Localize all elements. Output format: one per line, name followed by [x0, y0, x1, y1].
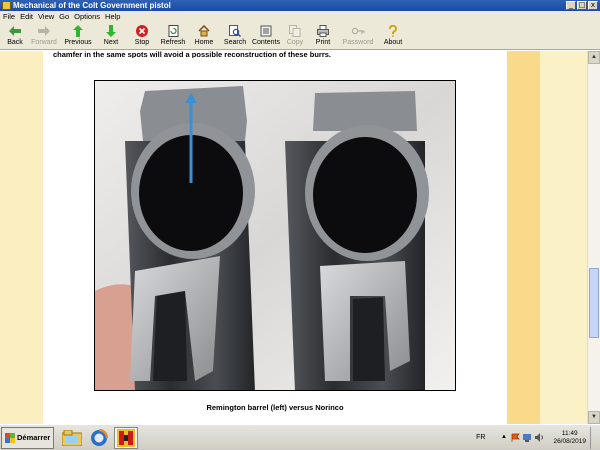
- forward-arrow-icon: [38, 24, 51, 37]
- home-icon: [198, 24, 211, 37]
- refresh-label: Refresh: [160, 39, 186, 46]
- title-bar: Mechanical of the Colt Government pistol…: [0, 0, 600, 11]
- refresh-icon: [167, 24, 180, 37]
- stop-button[interactable]: Stop: [126, 22, 158, 50]
- password-label: Password: [342, 39, 374, 46]
- clock[interactable]: 11:49 26/08/2019: [553, 430, 586, 446]
- print-label: Print: [315, 39, 331, 46]
- help-icon: [387, 24, 400, 37]
- home-label: Home: [194, 39, 214, 46]
- volume-icon[interactable]: [535, 433, 544, 442]
- window-title: Mechanical of the Colt Government pistol: [13, 1, 171, 10]
- copy-label: Copy: [286, 39, 304, 46]
- back-label: Back: [7, 39, 23, 46]
- back-button[interactable]: Back: [2, 22, 28, 50]
- password-button[interactable]: Password: [338, 22, 378, 50]
- page-left-band: [0, 51, 43, 424]
- menu-go[interactable]: Go: [59, 11, 74, 22]
- start-button[interactable]: Démarrer: [1, 426, 54, 449]
- action-center-flag-icon[interactable]: [511, 433, 521, 442]
- minimize-button[interactable]: _: [566, 1, 576, 10]
- print-icon: [317, 24, 330, 37]
- menu-bar: File Edit View Go Options Help: [0, 11, 600, 22]
- down-arrow-icon: [105, 24, 118, 37]
- page-right-margin: [540, 51, 587, 424]
- scroll-up-icon[interactable]: ▲: [588, 51, 600, 64]
- menu-help[interactable]: Help: [105, 11, 125, 22]
- back-arrow-icon: [9, 24, 22, 37]
- about-label: About: [383, 39, 403, 46]
- up-arrow-icon: [72, 24, 85, 37]
- language-indicator[interactable]: FR: [476, 434, 485, 441]
- scroll-down-icon[interactable]: ▼: [588, 411, 600, 424]
- search-icon: [229, 24, 242, 37]
- key-icon: [351, 24, 365, 37]
- next-button[interactable]: Next: [96, 22, 126, 50]
- page-right-band: [507, 51, 540, 424]
- window-controls: _ □ x: [566, 1, 600, 10]
- contents-label: Contents: [251, 39, 281, 46]
- help-viewer-taskbar-icon[interactable]: [114, 426, 138, 449]
- system-tray: FR ▲ 11:49 26/08/2019: [476, 426, 600, 449]
- menu-view[interactable]: View: [38, 11, 59, 22]
- maximize-button[interactable]: □: [577, 1, 587, 10]
- tray-expand-icon[interactable]: ▲: [499, 433, 508, 442]
- explorer-taskbar-icon[interactable]: [60, 427, 84, 449]
- start-label: Démarrer: [17, 433, 51, 442]
- barrel-photo: [94, 80, 456, 391]
- copy-icon: [289, 24, 302, 37]
- stop-label: Stop: [134, 39, 150, 46]
- menu-file[interactable]: File: [3, 11, 20, 22]
- browser-taskbar-icon[interactable]: [87, 427, 111, 449]
- print-button[interactable]: Print: [308, 22, 338, 50]
- copy-button[interactable]: Copy: [282, 22, 308, 50]
- refresh-button[interactable]: Refresh: [158, 22, 188, 50]
- menu-options[interactable]: Options: [74, 11, 105, 22]
- toolbar: Back Forward Previous Next Stop Refresh: [0, 22, 600, 50]
- previous-label: Previous: [64, 39, 92, 46]
- contents-icon: [260, 24, 273, 37]
- previous-button[interactable]: Previous: [60, 22, 96, 50]
- contents-button[interactable]: Contents: [250, 22, 282, 50]
- app-icon: [2, 1, 11, 10]
- search-button[interactable]: Search: [220, 22, 250, 50]
- clock-date: 26/08/2019: [553, 437, 586, 445]
- next-label: Next: [103, 39, 119, 46]
- forward-button[interactable]: Forward: [28, 22, 60, 50]
- close-button[interactable]: x: [588, 1, 598, 10]
- forward-label: Forward: [31, 39, 57, 46]
- stop-icon: [136, 24, 149, 37]
- windows-logo-icon: [5, 432, 15, 443]
- search-label: Search: [223, 39, 247, 46]
- scroll-thumb[interactable]: [589, 268, 599, 338]
- about-button[interactable]: About: [378, 22, 408, 50]
- photo-caption: Remington barrel (left) versus Norinco: [206, 403, 344, 412]
- vertical-scrollbar[interactable]: ▲ ▼: [587, 51, 600, 424]
- menu-edit[interactable]: Edit: [20, 11, 38, 22]
- document-view: chamfer in the same spots will avoid a p…: [0, 51, 587, 424]
- body-text: chamfer in the same spots will avoid a p…: [53, 51, 331, 58]
- network-icon[interactable]: [523, 433, 532, 442]
- clock-time: 11:49: [561, 429, 578, 437]
- home-button[interactable]: Home: [188, 22, 220, 50]
- taskbar: Démarrer FR ▲ 11:49 26/08/2019: [0, 424, 600, 450]
- show-desktop-button[interactable]: [590, 426, 596, 449]
